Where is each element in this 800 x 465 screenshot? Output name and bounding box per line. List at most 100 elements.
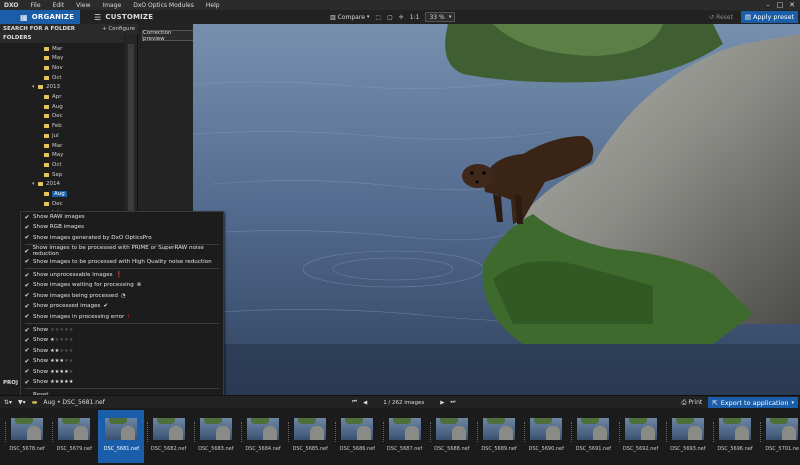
output-controls: ⎙ Print ⇱ Export to application ▾ [682, 397, 798, 408]
context-menu-item[interactable]: ✔ Show ★★★★★ [21, 325, 223, 335]
folder-month[interactable]: Dec [44, 199, 63, 208]
folder-month[interactable]: Oct [44, 73, 62, 82]
thumbnail-caption: DSC_5686.nef [339, 446, 376, 452]
filmstrip-thumbnail[interactable]: DSC_5683.nef [193, 410, 239, 463]
close-icon[interactable]: ✕ [786, 0, 798, 10]
folder-search-header: SEARCH FOR A FOLDER + Configure [0, 24, 138, 34]
filmstrip-thumbnail[interactable]: DSC_5678.nef [4, 410, 50, 463]
move-button[interactable]: ✛ [399, 14, 404, 21]
filmstrip-thumbnail[interactable]: DSC_5690.nef [523, 410, 569, 463]
folder-month[interactable]: Feb [44, 122, 62, 131]
filmstrip-thumbnail[interactable]: DSC_5689.nef [476, 410, 522, 463]
image-navigation: ⏮ ◀ 1 / 262 images ▶ ⏭ [352, 398, 455, 407]
context-menu-item[interactable]: ✔ Show images waiting for processing ⊗ [21, 280, 223, 290]
filmstrip-thumbnail[interactable]: DSC_5696.nef [712, 410, 758, 463]
folder-icon [44, 172, 49, 177]
filmstrip-thumbnail[interactable]: DSC_5682.nef [146, 410, 192, 463]
filmstrip-thumbnail[interactable]: DSC_5691.nef [570, 410, 616, 463]
context-menu-label: Show images waiting for processing [33, 282, 134, 289]
configure-button[interactable]: + Configure [102, 26, 135, 32]
context-menu-item[interactable]: ✔ Show ★★★★★ [21, 367, 223, 377]
chevron-down-icon: ▾ [366, 14, 370, 20]
folder-month[interactable]: Apr [44, 93, 62, 102]
print-label: Print [688, 399, 703, 406]
context-menu-label: Show RAW images [33, 214, 85, 220]
menu-edit[interactable]: Edit [47, 2, 71, 9]
folder-month[interactable]: Mar [44, 141, 62, 150]
minimize-icon[interactable]: – [762, 0, 774, 10]
thumbnail-caption: DSC_5696.nef [717, 446, 753, 452]
tab-organize[interactable]: ▦ ORGANIZE [0, 10, 80, 24]
filmstrip-thumbnail[interactable]: DSC_5685.nef [287, 410, 333, 463]
folder-label: Oct [52, 74, 62, 81]
context-menu-item[interactable]: ✔ Show images to be processed with PRIME … [21, 245, 223, 257]
star-rating-icon: ★★★★★ [50, 347, 74, 354]
folder-month[interactable]: Dec [44, 112, 63, 121]
print-button[interactable]: ⎙ Print [682, 399, 703, 407]
reset-button[interactable]: ↺ Reset [705, 14, 737, 21]
context-menu-item[interactable]: ✔ Show ★★★★★ [21, 346, 223, 356]
filter-icon[interactable]: ▼▾ [18, 399, 26, 406]
apply-preset-button[interactable]: ▤ Apply preset [740, 11, 798, 23]
menu-view[interactable]: View [70, 2, 96, 9]
filmstrip-thumbnail[interactable]: DSC_5701.ne [759, 410, 800, 463]
folder-month[interactable]: May [44, 54, 63, 63]
folder-month[interactable]: May [44, 151, 63, 160]
menu-help[interactable]: Help [200, 2, 226, 9]
filmstrip-thumbnail[interactable]: DSC_5688.nef [429, 410, 475, 463]
context-menu-item[interactable]: ✔ Show images being processed ◔ [21, 291, 223, 301]
filmstrip-left-controls: ⇅▾ ▼▾ ▬ Aug • DSC_5681.nef [4, 398, 105, 407]
first-image-icon[interactable]: ⏮ [352, 399, 357, 406]
compare-button[interactable]: ▥ Compare ▾ [330, 14, 369, 21]
context-menu-item[interactable]: ✔ Show RGB images [21, 222, 223, 232]
folder-icon [44, 46, 49, 51]
filmstrip-thumbnail[interactable]: DSC_5679.nef [51, 410, 97, 463]
filmstrip-thumbnail[interactable]: DSC_5692.nef [618, 410, 664, 463]
export-to-application-button[interactable]: ⇱ Export to application ▾ [708, 397, 798, 408]
filmstrip-toolbar: ⇅▾ ▼▾ ▬ Aug • DSC_5681.nef ⏮ ◀ 1 / 262 i… [0, 395, 800, 408]
reset-label: Reset [716, 13, 733, 21]
filmstrip-thumbnail[interactable]: DSC_5681.nef [98, 410, 145, 463]
context-menu-item[interactable]: ✔ Show images in processing error! [21, 312, 223, 322]
thumbnail-handle [429, 422, 432, 442]
context-menu-item[interactable]: ✔ Show RAW images [21, 212, 223, 222]
filmstrip-thumbnail[interactable]: DSC_5684.nef [240, 410, 286, 463]
menu-image[interactable]: Image [96, 2, 127, 9]
export-label: Export to application [720, 398, 789, 407]
last-image-icon[interactable]: ⏭ [451, 399, 456, 406]
folder-month[interactable]: Mar [44, 44, 62, 53]
filmstrip-thumbnail[interactable]: DSC_5693.nef [665, 410, 711, 463]
context-menu-item[interactable]: ✔ Show unprocessable images ❗ [21, 270, 223, 280]
prev-image-icon[interactable]: ◀ [363, 400, 367, 406]
context-menu-item[interactable]: ✔ Show ★★★★★ [21, 335, 223, 345]
context-menu-item[interactable]: ✔ Show processed images ✔ [21, 301, 223, 311]
folder-year[interactable]: ▾ 2013 [32, 83, 60, 92]
chevron-down-icon: ▾ [791, 399, 794, 406]
zoom-select[interactable]: 33 % ▾ [425, 12, 456, 22]
folder-month[interactable]: Oct [44, 160, 62, 169]
folder-month[interactable]: Sep [44, 170, 62, 179]
folder-month[interactable]: Aug [44, 190, 67, 199]
ratio-button[interactable]: 1:1 [410, 14, 420, 21]
menu-file[interactable]: File [25, 2, 47, 9]
folder-month[interactable]: Aug [44, 102, 63, 111]
filmstrip-thumbnail[interactable]: DSC_5687.nef [382, 410, 428, 463]
maximize-icon[interactable]: □ [774, 0, 786, 10]
filmstrip-thumbnail[interactable]: DSC_5686.nef [334, 410, 380, 463]
context-menu-item[interactable]: ✔ Show images to be processed with High Q… [21, 257, 223, 267]
folder-scrollbar-thumb[interactable] [128, 44, 134, 214]
fullscreen-button[interactable]: ▢ [387, 14, 393, 21]
context-menu-item[interactable]: ✔ Show ★★★★★ [21, 356, 223, 366]
menu-optics-modules[interactable]: DxO Optics Modules [127, 2, 200, 9]
folder-month[interactable]: Nov [44, 63, 63, 72]
thumbnail-caption: DSC_5693.nef [670, 446, 706, 452]
context-menu-item[interactable]: ✔ Show images generated by DxO OpticsPro [21, 233, 223, 243]
next-image-icon[interactable]: ▶ [440, 400, 444, 406]
fit-window-button[interactable]: ⬚ [375, 14, 381, 21]
tab-customize[interactable]: ☰ CUSTOMIZE [80, 10, 160, 24]
context-menu-item[interactable]: ✔ Show ★★★★★ [21, 377, 223, 387]
folder-year[interactable]: ▾ 2014 [32, 180, 60, 189]
sort-icon[interactable]: ⇅▾ [4, 399, 12, 406]
folder-month[interactable]: Jul [44, 131, 59, 140]
image-preview[interactable] [193, 24, 800, 395]
